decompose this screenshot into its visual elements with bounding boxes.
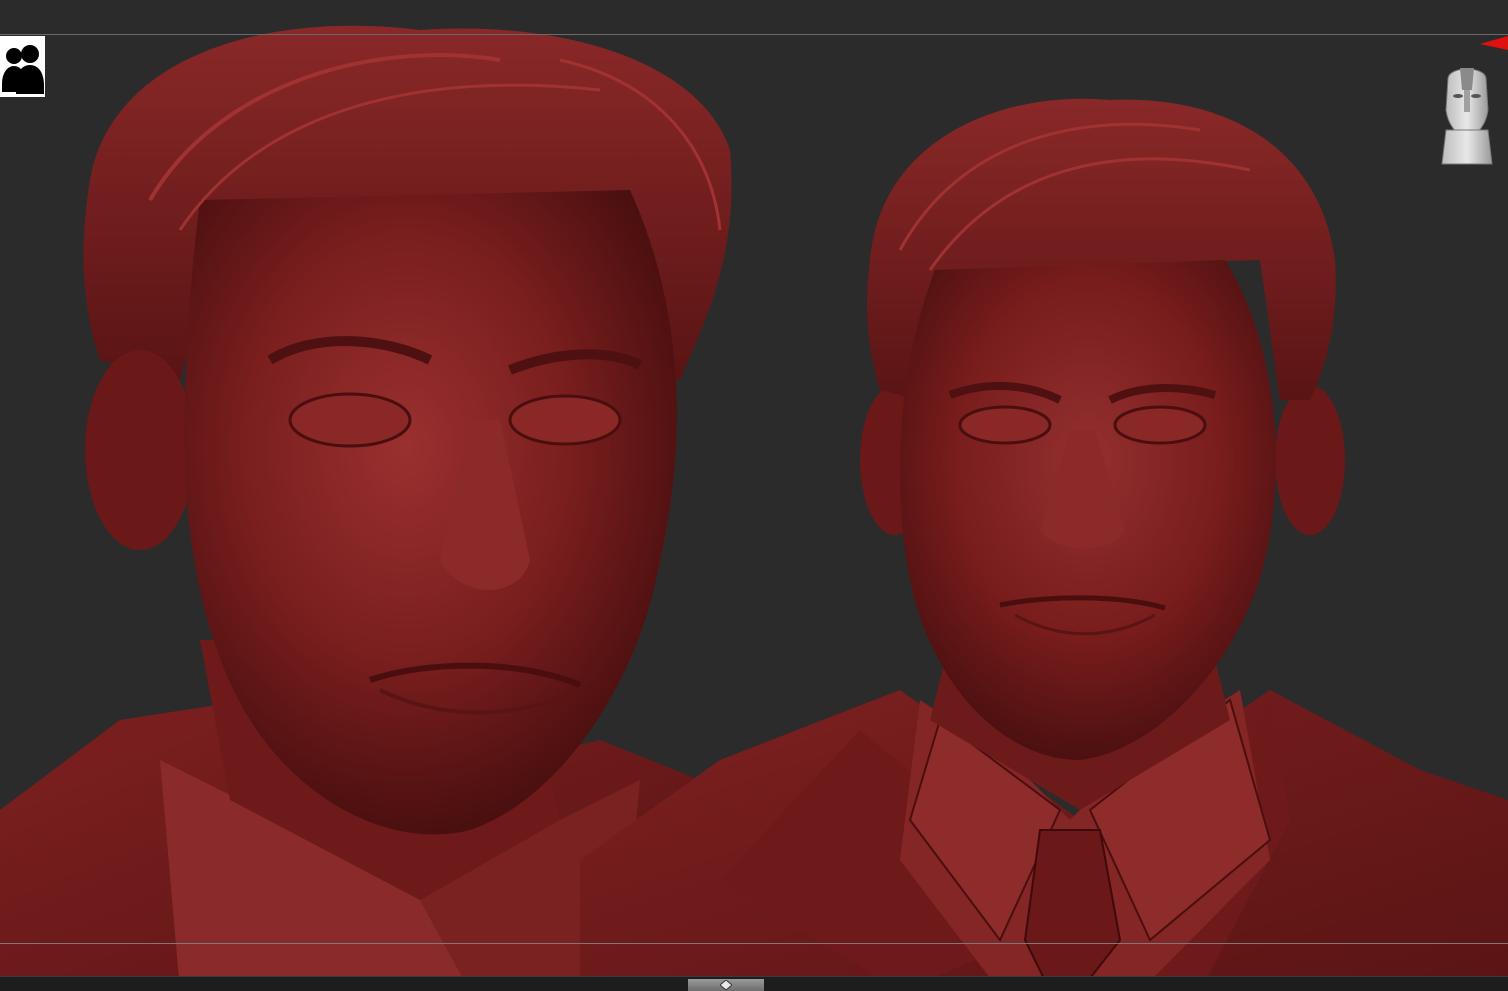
viewport-guide-top bbox=[0, 34, 1508, 35]
tray-toggle-arrow-icon bbox=[720, 980, 732, 990]
zbrush-3d-viewport[interactable] bbox=[0, 0, 1508, 991]
two-heads-silhouette-icon bbox=[2, 45, 44, 94]
head-orientation-gizmo-icon bbox=[1441, 68, 1493, 165]
viewport-guide-bottom bbox=[0, 943, 1508, 944]
navigation-gizmo[interactable] bbox=[1436, 60, 1498, 168]
sculpt-canvas[interactable] bbox=[0, 0, 1508, 991]
floor-persp-toggle-button[interactable] bbox=[0, 36, 45, 97]
red-triangle-marker-icon bbox=[1480, 36, 1508, 50]
bottom-tray-bar bbox=[0, 976, 1508, 991]
bottom-tray-toggle-handle[interactable] bbox=[688, 979, 764, 991]
